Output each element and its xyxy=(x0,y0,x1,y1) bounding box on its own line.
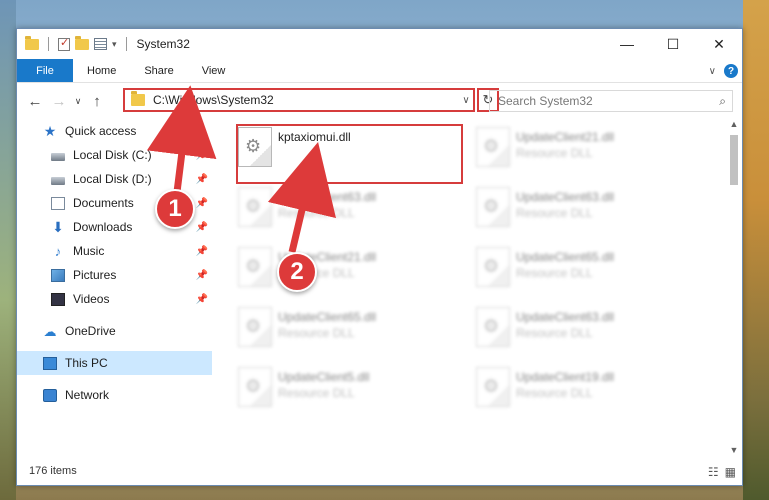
arrow-to-address-bar xyxy=(146,85,217,201)
step-callout-2: 2 xyxy=(277,252,317,292)
step-callout-1: 1 xyxy=(155,189,195,229)
arrow-to-dll-file xyxy=(267,141,336,253)
annotation-arrows xyxy=(146,85,336,253)
